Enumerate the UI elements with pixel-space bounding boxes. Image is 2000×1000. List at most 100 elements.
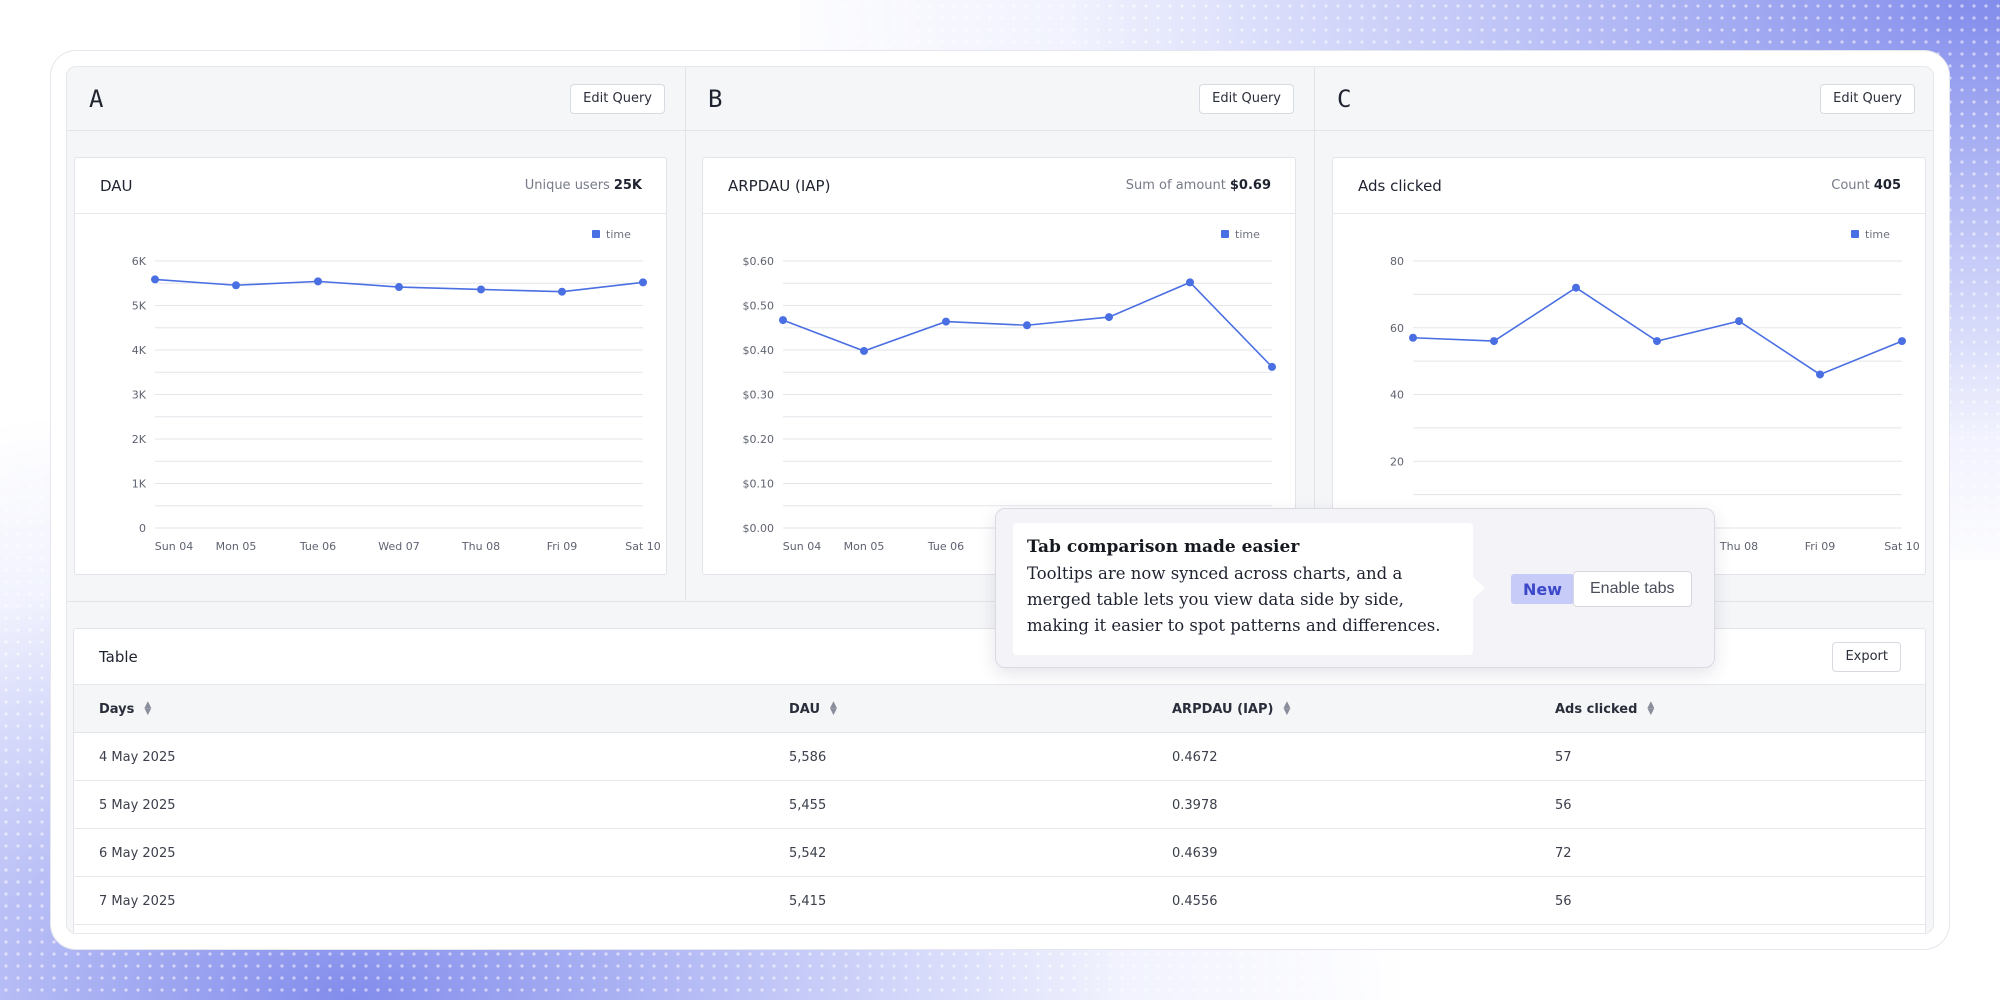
data-point[interactable]	[1735, 317, 1743, 326]
line-chart-dau[interactable]: 0 1K 2K 3K 4K 5K 6K Sun 04 Mon 05 Tue 06 Wed 07 Thu…	[75, 214, 666, 576]
table-cell: 5,542	[789, 845, 827, 861]
edit-query-button-c[interactable]: Edit Query	[1820, 83, 1915, 114]
x-tick-label: Fri 09	[547, 540, 578, 553]
data-point[interactable]	[314, 277, 322, 286]
x-tick-label: Sun 04	[783, 540, 821, 553]
y-tick-label: 3K	[132, 389, 147, 402]
stat-value: 25K	[613, 178, 642, 193]
data-point[interactable]	[779, 316, 787, 325]
column-header-dau[interactable]: DAU ▲ ▼	[789, 685, 837, 733]
popover-arrow	[1473, 577, 1485, 599]
data-point[interactable]	[395, 283, 403, 292]
table-cell: 0.3978	[1172, 797, 1218, 813]
table-cell: 6 May 2025	[99, 845, 176, 861]
stat-value: 405	[1873, 178, 1901, 193]
table-row: 7 May 2025 5,415 0.4556 56	[74, 877, 1925, 925]
table-cell: 7 May 2025	[99, 893, 176, 909]
data-point[interactable]	[1186, 278, 1194, 287]
x-tick-label: Mon 05	[216, 540, 257, 553]
data-point[interactable]	[639, 278, 647, 287]
x-tick-label: Sat 10	[1884, 540, 1920, 553]
y-tick-label: $0.50	[743, 300, 775, 313]
table-cell: 4 May 2025	[99, 749, 176, 765]
legend-swatch	[592, 230, 600, 238]
column-a-header: A Edit Query	[67, 67, 685, 131]
column-header-label: Days	[99, 701, 135, 717]
chart-stat: Sum of amount $0.69	[1126, 178, 1271, 193]
table-title: Table	[99, 647, 138, 666]
data-point[interactable]	[1816, 370, 1824, 379]
y-tick-label: 80	[1390, 255, 1404, 268]
popover-text: Tooltips are now synced across charts, a…	[1027, 564, 1441, 635]
popover-title: Tab comparison made easier	[1027, 537, 1300, 557]
data-point[interactable]	[1653, 337, 1661, 346]
y-tick-label: 60	[1390, 322, 1404, 335]
sort-icon: ▲ ▼	[144, 700, 152, 717]
x-tick-label: Thu 08	[461, 540, 500, 553]
new-badge: New	[1511, 574, 1575, 604]
x-tick-label: Wed 07	[378, 540, 419, 553]
table-cell: 5 May 2025	[99, 797, 176, 813]
y-tick-label: 0	[139, 522, 146, 535]
data-point[interactable]	[1490, 337, 1498, 346]
column-header-label: ARPDAU (IAP)	[1172, 701, 1274, 717]
table-cell: 5,455	[789, 797, 827, 813]
data-point[interactable]	[1572, 283, 1580, 292]
table-cell: 5,415	[789, 893, 827, 909]
column-header-label: Ads clicked	[1555, 701, 1638, 717]
y-tick-label: $0.40	[743, 344, 775, 357]
edit-query-button-a[interactable]: Edit Query	[570, 83, 665, 114]
sort-icon: ▲ ▼	[830, 700, 837, 717]
data-point[interactable]	[558, 287, 566, 296]
edit-query-button-b[interactable]: Edit Query	[1199, 83, 1294, 114]
table-cell: 57	[1555, 749, 1572, 765]
y-tick-label: 6K	[132, 255, 147, 268]
data-point[interactable]	[477, 285, 485, 294]
column-header-ads-clicked[interactable]: Ads clicked ▲ ▼	[1555, 685, 1654, 733]
chart-card-header: ARPDAU (IAP) Sum of amount $0.69	[703, 158, 1295, 214]
export-button[interactable]: Export	[1832, 641, 1901, 672]
stat-label: Sum of amount	[1125, 178, 1226, 193]
x-tick-label: Sat 10	[625, 540, 661, 553]
x-tick-label: Tue 06	[299, 540, 336, 553]
y-tick-label: 2K	[132, 433, 147, 446]
data-point[interactable]	[942, 317, 950, 326]
table-column-headers: Days ▲ ▼ DAU ▲ ▼ ARPDAU (IAP) ▲ ▼ Ads clicked ▲…	[74, 685, 1925, 733]
x-tick-label: Sun 04	[155, 540, 193, 553]
legend-label: time	[1235, 228, 1260, 241]
feature-announcement-popover: Tab comparison made easier Tooltips are …	[995, 508, 1715, 668]
column-header-days[interactable]: Days ▲ ▼	[99, 685, 151, 733]
chart-stat: Unique users 25K	[525, 178, 642, 193]
data-point[interactable]	[1023, 321, 1031, 330]
column-header-arpdau[interactable]: ARPDAU (IAP) ▲ ▼	[1172, 685, 1290, 733]
x-tick-label: Thu 08	[1719, 540, 1758, 553]
legend-swatch	[1851, 230, 1859, 238]
x-tick-label: Fri 09	[1805, 540, 1836, 553]
data-point[interactable]	[232, 281, 240, 290]
data-point[interactable]	[1409, 333, 1417, 342]
column-a-letter: A	[89, 84, 104, 113]
data-point[interactable]	[1105, 313, 1113, 322]
y-tick-label: $0.00	[743, 522, 775, 535]
y-tick-label: $0.10	[743, 478, 775, 491]
table-row: 6 May 2025 5,542 0.4639 72	[74, 829, 1925, 877]
y-tick-label: 5K	[132, 300, 147, 313]
data-point[interactable]	[1898, 337, 1906, 346]
chart-stat: Count 405	[1831, 178, 1901, 193]
y-tick-label: 4K	[132, 344, 147, 357]
legend-label: time	[606, 228, 631, 241]
y-tick-label: 1K	[132, 478, 147, 491]
data-point[interactable]	[860, 346, 868, 355]
table-cell: 0.4639	[1172, 845, 1218, 861]
data-point[interactable]	[151, 275, 159, 284]
x-tick-label: Tue 06	[927, 540, 964, 553]
y-tick-label: $0.60	[743, 255, 775, 268]
y-tick-label: 20	[1390, 455, 1404, 468]
enable-tabs-button[interactable]: Enable tabs	[1573, 571, 1692, 607]
table-row: 4 May 2025 5,586 0.4672 57	[74, 733, 1925, 781]
column-c-header: C Edit Query	[1315, 67, 1933, 131]
column-b-header: B Edit Query	[686, 67, 1314, 131]
popover-content: Tab comparison made easier Tooltips are …	[1013, 523, 1473, 655]
data-point[interactable]	[1268, 362, 1276, 371]
legend-swatch	[1221, 230, 1229, 238]
